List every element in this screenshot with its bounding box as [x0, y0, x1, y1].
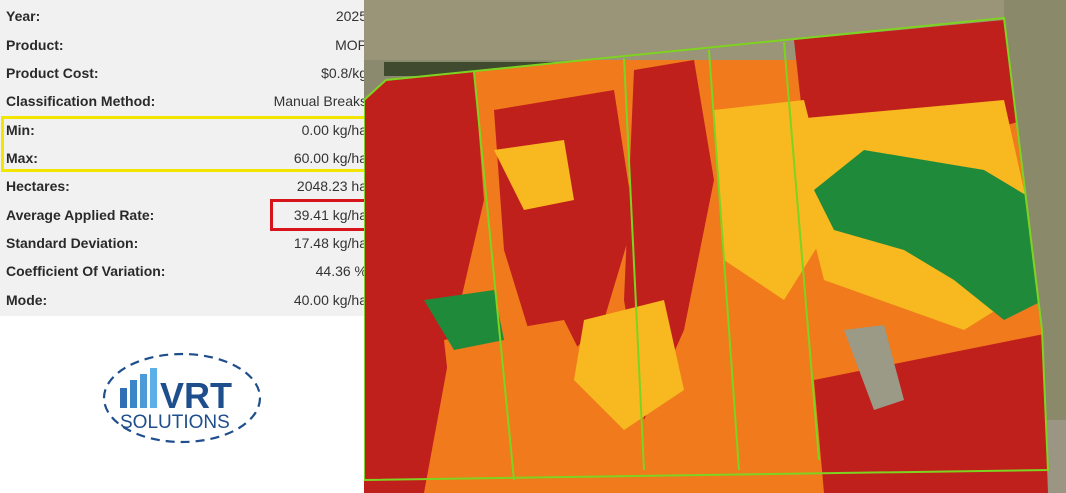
vrt-solutions-logo: VRT SOLUTIONS: [102, 352, 262, 444]
product-row: Product: MOP: [0, 31, 378, 59]
logo-bar-3: [140, 374, 147, 408]
cov-row: Coefficient Of Variation: 44.36 %: [0, 257, 378, 285]
logo-bar-2: [130, 380, 137, 408]
year-value: 2025: [335, 8, 367, 24]
field-zones: [364, 20, 1048, 493]
product-value: MOP: [335, 37, 367, 53]
logo-bar-1: [120, 388, 127, 408]
vrt-prescription-map[interactable]: [364, 0, 1066, 493]
std-dev-row: Standard Deviation: 17.48 kg/ha: [0, 229, 378, 257]
stats-panel: Year: 2025 Product: MOP Product Cost: $0…: [0, 0, 378, 316]
logo-bar-4: [150, 368, 157, 408]
year-row: Year: 2025: [0, 2, 378, 30]
mode-label: Mode:: [6, 292, 48, 308]
year-label: Year:: [6, 8, 41, 24]
average-rate-label: Average Applied Rate:: [6, 207, 155, 223]
hectares-label: Hectares:: [6, 178, 70, 194]
product-cost-row: Product Cost: $0.8/kg: [0, 59, 378, 87]
mode-row: Mode: 40.00 kg/ha: [0, 286, 378, 314]
hectares-value: 2048.23 ha: [296, 178, 367, 194]
product-cost-value: $0.8/kg: [321, 65, 367, 81]
product-label: Product:: [6, 37, 64, 53]
average-rate-highlight-box: [270, 199, 375, 231]
std-dev-value: 17.48 kg/ha: [293, 235, 367, 251]
classification-method-row: Classification Method: Manual Breaks: [0, 87, 378, 115]
min-max-highlight-box: [1, 116, 371, 172]
std-dev-label: Standard Deviation:: [6, 235, 139, 251]
hectares-row: Hectares: 2048.23 ha: [0, 172, 378, 200]
product-cost-label: Product Cost:: [6, 65, 99, 81]
logo-text-solutions: SOLUTIONS: [120, 412, 230, 433]
logo-text-vrt: VRT: [160, 375, 232, 416]
cov-label: Coefficient Of Variation:: [6, 263, 166, 279]
classification-method-value: Manual Breaks: [273, 93, 367, 109]
mode-value: 40.00 kg/ha: [293, 292, 367, 308]
classification-method-label: Classification Method:: [6, 93, 156, 109]
cov-value: 44.36 %: [315, 263, 367, 279]
